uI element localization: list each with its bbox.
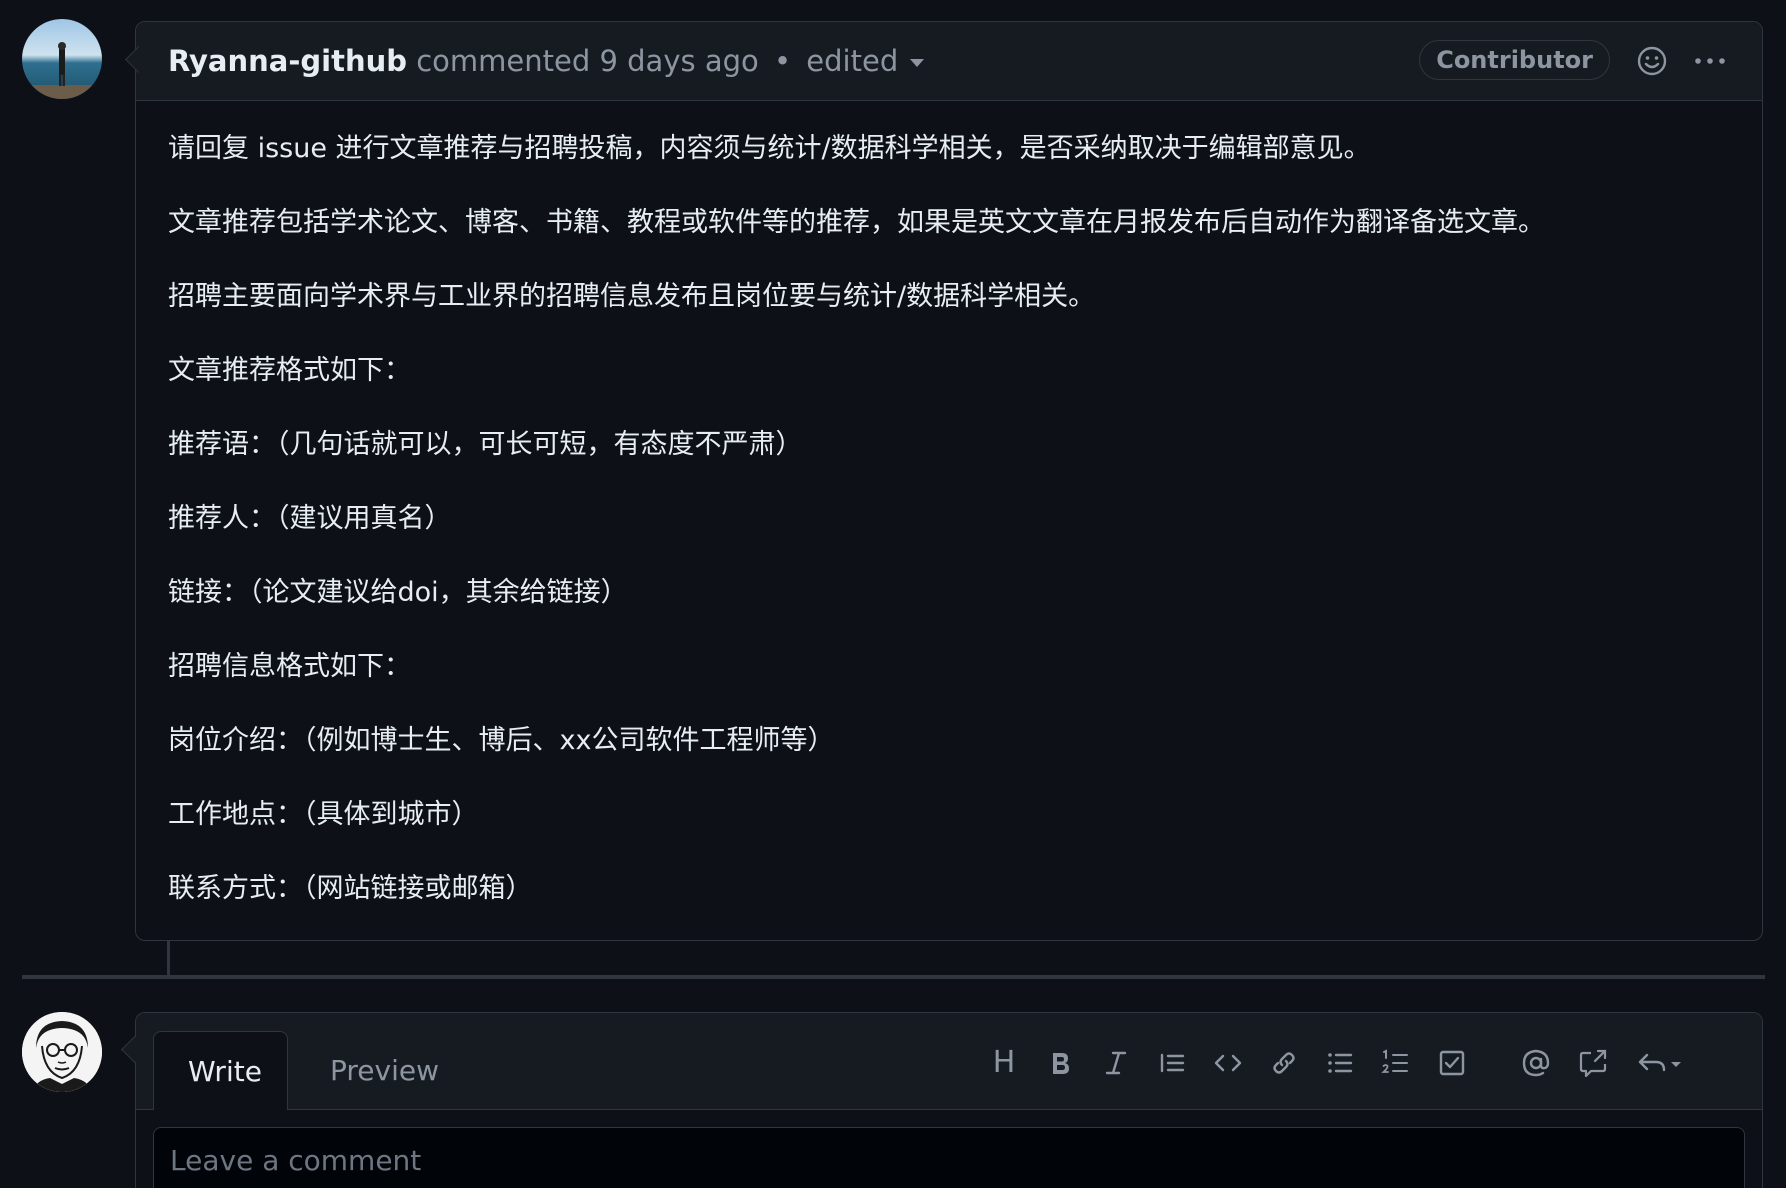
bullet-list-icon[interactable] bbox=[1320, 1043, 1360, 1083]
caret-down-icon bbox=[910, 59, 925, 67]
comment-meta: Ryanna-github commented 9 days ago • edi… bbox=[168, 40, 925, 82]
kebab-horizontal-icon[interactable] bbox=[1692, 44, 1728, 78]
edited-dropdown[interactable]: edited bbox=[806, 44, 925, 78]
contributor-badge: Contributor bbox=[1419, 40, 1610, 80]
avatar-sketch bbox=[22, 1012, 102, 1092]
body-paragraph: 联系方式：（网站链接或邮箱） bbox=[168, 873, 533, 904]
body-paragraph: 工作地点：（具体到城市） bbox=[168, 799, 479, 830]
task-list-icon[interactable] bbox=[1432, 1043, 1472, 1083]
comment-editor: Write Preview H bbox=[135, 1012, 1763, 1188]
heading-label: H bbox=[992, 1045, 1016, 1080]
smiley-icon[interactable] bbox=[1634, 43, 1670, 79]
issue-timeline: Ryanna-github commented 9 days ago • edi… bbox=[0, 0, 1786, 1188]
comment-header: Ryanna-github commented 9 days ago • edi… bbox=[136, 22, 1762, 101]
mention-icon[interactable] bbox=[1516, 1043, 1556, 1083]
numbered-list-icon[interactable] bbox=[1376, 1043, 1416, 1083]
author-avatar[interactable] bbox=[22, 19, 102, 99]
body-paragraph: 岗位介绍：（例如博士生、博后、xx公司软件工程师等） bbox=[168, 725, 835, 756]
issue-comment: Ryanna-github commented 9 days ago • edi… bbox=[135, 21, 1763, 941]
timeline-connector bbox=[167, 941, 170, 976]
comment-textarea[interactable] bbox=[153, 1127, 1745, 1188]
separator-dot: • bbox=[773, 44, 792, 78]
markdown-toolbar: H bbox=[984, 1043, 1744, 1083]
body-paragraph: 文章推荐格式如下： bbox=[168, 355, 411, 386]
current-user-avatar[interactable] bbox=[22, 1012, 102, 1092]
comment-timestamp[interactable]: 9 days ago bbox=[599, 44, 758, 78]
reference-icon[interactable] bbox=[1573, 1043, 1613, 1083]
body-paragraph: 链接：（论文建议给doi，其余给链接） bbox=[168, 577, 628, 608]
heading-icon[interactable]: H bbox=[984, 1043, 1024, 1083]
bold-icon[interactable] bbox=[1040, 1043, 1080, 1083]
code-icon[interactable] bbox=[1208, 1043, 1248, 1083]
body-paragraph: 文章推荐包括学术论文、博客、书籍、教程或软件等的推荐，如果是英文文章在月报发布后… bbox=[168, 207, 1545, 238]
editor-header: Write Preview H bbox=[136, 1013, 1762, 1110]
body-paragraph: 推荐人：（建议用真名） bbox=[168, 503, 452, 534]
italic-icon[interactable] bbox=[1096, 1043, 1136, 1083]
avatar-photo bbox=[22, 19, 102, 99]
body-paragraph: 招聘信息格式如下： bbox=[168, 651, 411, 682]
tab-preview[interactable]: Preview bbox=[296, 1031, 473, 1110]
body-paragraph: 招聘主要面向学术界与工业界的招聘信息发布且岗位要与统计/数据科学相关。 bbox=[168, 281, 1096, 312]
reply-icon[interactable] bbox=[1630, 1043, 1690, 1083]
comment-action: commented bbox=[416, 44, 591, 78]
body-paragraph: 请回复 issue 进行文章推荐与招聘投稿，内容须与统计/数据科学相关，是否采纳… bbox=[168, 133, 1371, 164]
author-link[interactable]: Ryanna-github bbox=[168, 44, 407, 78]
quote-icon[interactable] bbox=[1152, 1043, 1192, 1083]
tab-write[interactable]: Write bbox=[153, 1031, 288, 1110]
link-icon[interactable] bbox=[1264, 1043, 1304, 1083]
edited-label: edited bbox=[806, 44, 899, 78]
comment-body: 请回复 issue 进行文章推荐与招聘投稿，内容须与统计/数据科学相关，是否采纳… bbox=[168, 132, 1730, 946]
timeline-divider bbox=[22, 975, 1765, 979]
body-paragraph: 推荐语：（几句话就可以，可长可短，有态度不严肃） bbox=[168, 429, 803, 460]
